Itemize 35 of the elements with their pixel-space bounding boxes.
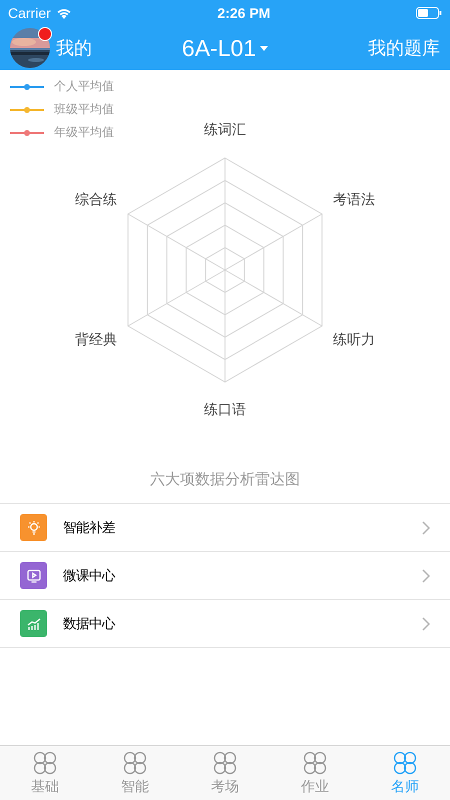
chevron-right-icon xyxy=(422,568,430,582)
clover-icon xyxy=(302,750,328,776)
chart-caption: 六大项数据分析雷达图 xyxy=(149,470,301,490)
tab[interactable]: 作业 xyxy=(270,746,360,800)
class-selector[interactable]: 6A-L01 xyxy=(182,34,268,62)
axis-label: 考语法 xyxy=(333,191,376,209)
tab[interactable]: 考场 xyxy=(180,746,270,800)
tab[interactable]: 基础 xyxy=(0,746,90,800)
question-bank-link[interactable]: 我的题库 xyxy=(368,36,440,60)
bar-chart-icon xyxy=(26,616,42,632)
clover-icon xyxy=(32,750,58,776)
legend-label: 班级平均值 xyxy=(54,101,114,118)
wifi-icon xyxy=(56,7,72,19)
axis-label: 练口语 xyxy=(204,401,246,419)
profile-label[interactable]: 我的 xyxy=(56,36,92,60)
caret-icon xyxy=(260,46,268,50)
tab[interactable]: 名师 xyxy=(360,746,450,800)
clover-icon xyxy=(212,750,238,776)
avatar[interactable] xyxy=(10,28,50,68)
chevron-right-icon xyxy=(422,520,430,534)
time-label: 2:26 PM xyxy=(217,5,270,21)
battery-icon xyxy=(416,7,442,19)
tab[interactable]: 智能 xyxy=(90,746,180,800)
axis-label: 综合练 xyxy=(74,191,117,209)
clover-icon xyxy=(122,750,148,776)
axis-label: 练听力 xyxy=(333,331,376,349)
legend-label: 个人平均值 xyxy=(54,78,114,95)
chevron-right-icon xyxy=(422,616,430,630)
lightbulb-icon xyxy=(26,520,42,536)
carrier-label: Carrier xyxy=(8,5,51,21)
axis-label: 背经典 xyxy=(74,331,117,349)
clover-icon xyxy=(392,750,418,776)
play-screen-icon xyxy=(26,568,42,584)
legend-label: 年级平均值 xyxy=(54,124,114,141)
axis-label: 练词汇 xyxy=(204,121,246,139)
